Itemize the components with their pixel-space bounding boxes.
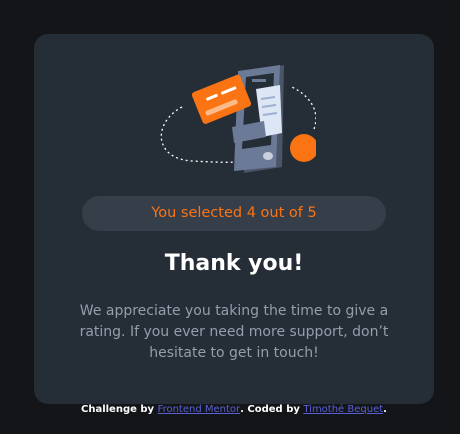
selection-result-badge: You selected 4 out of 5 <box>82 196 386 231</box>
coded-by-prefix-text: . Coded by <box>240 404 300 415</box>
frontend-mentor-link[interactable]: Frontend Mentor <box>158 404 241 415</box>
thank-you-heading: Thank you! <box>164 251 304 276</box>
thank-you-message: We appreciate you taking the time to giv… <box>79 303 389 361</box>
coder-link[interactable]: Timothé Bequet <box>303 404 383 415</box>
attribution-suffix-text: . <box>383 404 387 415</box>
challenge-prefix-text: Challenge by <box>81 404 155 415</box>
thank-you-card: You selected 4 out of 5 Thank you! We ap… <box>34 34 434 404</box>
payment-receipt-illustration-icon <box>160 65 316 173</box>
attribution-footer: Challenge by Frontend Mentor. Coded by T… <box>0 403 460 417</box>
